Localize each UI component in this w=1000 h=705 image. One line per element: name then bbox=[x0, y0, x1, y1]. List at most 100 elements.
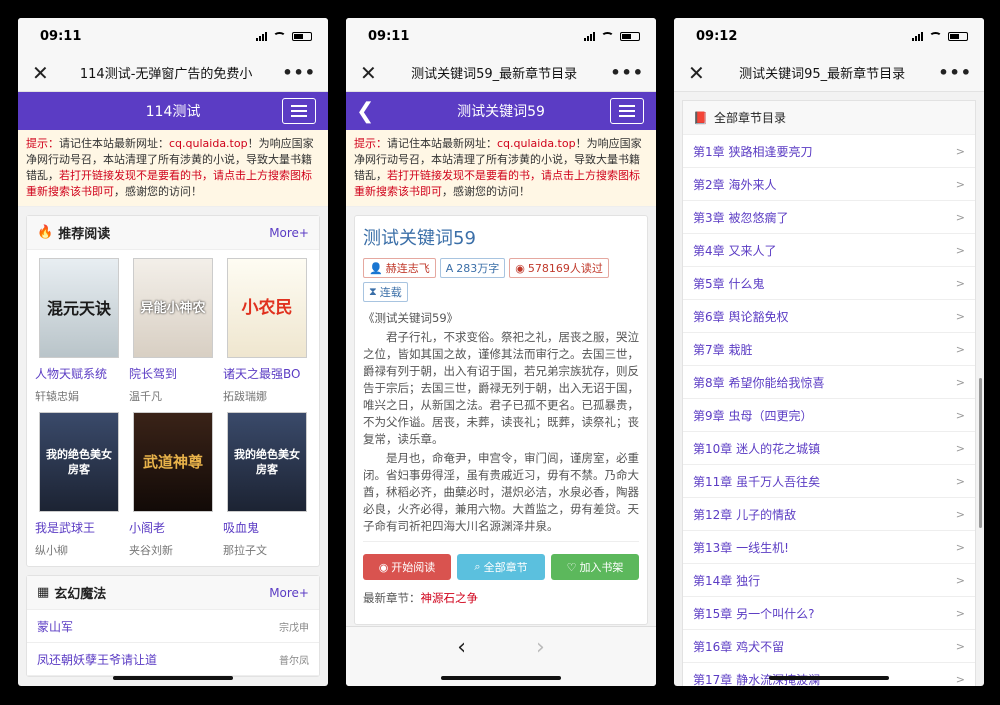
close-icon[interactable]: ✕ bbox=[32, 61, 50, 85]
book-card[interactable]: 我的绝色美女房客 吸血鬼 那拉子文 bbox=[223, 412, 311, 566]
site-title: 测试关键词59 bbox=[457, 104, 545, 120]
chapter-item[interactable]: 第6章 舆论豁免权 > bbox=[683, 300, 975, 333]
chapter-item[interactable]: 第13章 一线生机! > bbox=[683, 531, 975, 564]
search-icon: ⌕ bbox=[474, 560, 481, 573]
book-card[interactable]: 异能小神农院长驾到温千凡 bbox=[129, 258, 217, 412]
phone-chapter-list: 09:12 ✕ 测试关键词95_最新章节目录 ••• 📕 全部章节目录 第1章 狭… bbox=[674, 18, 984, 686]
list-item[interactable]: 凤还朝妖孽王爷请让道 普尔凤 bbox=[27, 643, 319, 676]
book-title[interactable]: 我是武球王 bbox=[35, 519, 123, 536]
book-cover[interactable]: 我的绝色美女房客 bbox=[227, 412, 307, 512]
more-options-icon[interactable]: ••• bbox=[938, 63, 972, 82]
battery-icon bbox=[948, 31, 968, 41]
fantasy-more-link[interactable]: More+ bbox=[269, 586, 309, 600]
heart-icon: ♡ bbox=[566, 560, 577, 574]
menu-icon[interactable] bbox=[282, 98, 316, 124]
latest-chapter-link[interactable]: 神源石之争 bbox=[421, 591, 479, 605]
wifi-icon bbox=[273, 31, 286, 41]
chapter-item[interactable]: 第8章 希望你能给我惊喜 > bbox=[683, 366, 975, 399]
chevron-right-icon: > bbox=[955, 408, 965, 422]
book-title[interactable]: 吸血鬼 bbox=[223, 519, 311, 536]
chevron-right-icon: > bbox=[955, 540, 965, 554]
chapter-item[interactable]: 第12章 儿子的情敌 > bbox=[683, 498, 975, 531]
phone-home: 09:11 ✕ 114测试-无弹窗广告的免费小 ••• 114测试 提示：请记住… bbox=[18, 18, 328, 686]
chapter-item[interactable]: 第1章 狭路相逢要亮刀 > bbox=[683, 135, 975, 168]
book-cover[interactable]: 武道神尊 bbox=[133, 412, 213, 512]
start-reading-button[interactable]: ◉ 开始阅读 bbox=[363, 554, 451, 580]
add-bookshelf-button[interactable]: ♡ 加入书架 bbox=[551, 554, 639, 580]
grid-icon: ▦ bbox=[37, 585, 50, 600]
status-time: 09:11 bbox=[368, 28, 410, 44]
book-cover[interactable]: 小农民 bbox=[227, 258, 307, 358]
book-intro: 《测试关键词59》 君子行礼，不求变俗。祭祀之礼，居丧之服，哭泣之位，皆如其国之… bbox=[363, 311, 639, 533]
browser-titlebar: ✕ 114测试-无弹窗广告的免费小 ••• bbox=[18, 54, 328, 92]
menu-icon[interactable] bbox=[610, 98, 644, 124]
chapter-list-heading: 全部章节目录 bbox=[713, 111, 786, 125]
book-author: 纵小柳 bbox=[35, 544, 68, 557]
recommend-more-link[interactable]: More+ bbox=[269, 226, 309, 240]
book-detail-panel: 测试关键词59 👤 赫连志飞 A 283万字 ◉ 578169人读过 ⧗ 连载 《测试关… bbox=[354, 215, 648, 625]
home-indicator bbox=[113, 676, 233, 680]
latest-chapter: 最新章节：神源石之争 bbox=[363, 591, 479, 605]
book-title[interactable]: 人物天赋系统 bbox=[35, 365, 123, 382]
chevron-right-icon: > bbox=[955, 309, 965, 323]
book-card[interactable]: 混元天诀 人物天赋系统 轩辕忠娟 bbox=[35, 258, 123, 412]
book-title[interactable]: 诸天之最强BO bbox=[223, 365, 311, 382]
all-chapters-button[interactable]: ⌕ 全部章节 bbox=[457, 554, 545, 580]
chevron-right-icon: > bbox=[955, 375, 965, 389]
browser-titlebar: ✕ 测试关键词59_最新章节目录 ••• bbox=[346, 54, 656, 92]
chapter-item[interactable]: 第11章 虽千万人吾往矣 > bbox=[683, 465, 975, 498]
book-card[interactable]: 我的绝色美女房客我是武球王纵小柳 bbox=[35, 412, 123, 566]
chapter-item[interactable]: 第5章 什么鬼 > bbox=[683, 267, 975, 300]
chapter-item[interactable]: 第16章 鸡犬不留 > bbox=[683, 630, 975, 663]
chapter-item[interactable]: 第10章 迷人的花之城镇 > bbox=[683, 432, 975, 465]
status-bar: 09:12 bbox=[674, 18, 984, 54]
chapter-item[interactable]: 第9章 虫母（四更完） > bbox=[683, 399, 975, 432]
book-cover[interactable]: 我的绝色美女房客 bbox=[39, 412, 119, 512]
book-title[interactable]: 院长驾到 bbox=[129, 365, 217, 382]
words-badge: A 283万字 bbox=[439, 258, 506, 278]
chevron-right-icon: > bbox=[955, 144, 965, 158]
page-title: 114测试-无弹窗广告的免费小 bbox=[79, 67, 253, 82]
status-time: 09:12 bbox=[696, 28, 738, 44]
chevron-right-icon: > bbox=[955, 177, 965, 191]
phone-book-detail: 09:11 ✕ 测试关键词59_最新章节目录 ••• ❮ 测试关键词59 提示：… bbox=[346, 18, 656, 686]
wifi-icon bbox=[929, 31, 942, 41]
status-time: 09:11 bbox=[40, 28, 82, 44]
back-icon[interactable]: ❮ bbox=[356, 99, 374, 124]
close-icon[interactable]: ✕ bbox=[688, 61, 706, 85]
eye-icon: ◉ bbox=[515, 261, 525, 275]
author-badge[interactable]: 👤 赫连志飞 bbox=[363, 258, 436, 278]
page-title: 测试关键词95_最新章节目录 bbox=[739, 67, 906, 82]
chevron-right-icon: > bbox=[955, 573, 965, 587]
more-options-icon[interactable]: ••• bbox=[610, 63, 644, 82]
site-title[interactable]: 114测试 bbox=[146, 101, 201, 121]
chapter-list-panel: 📕 全部章节目录 第1章 狭路相逢要亮刀 > 第2章 海外来人 > 第3章 被忽悠瘸了… bbox=[682, 100, 976, 686]
wifi-icon bbox=[601, 31, 614, 41]
site-url-link[interactable]: cq.qulaida.top bbox=[169, 137, 248, 150]
book-card[interactable]: 小农民 诸天之最强BO 拓跋瑞娜 bbox=[223, 258, 311, 412]
user-icon: 👤 bbox=[369, 261, 383, 275]
chapter-item[interactable]: 第7章 栽脏 > bbox=[683, 333, 975, 366]
chapter-item[interactable]: 第4章 又来人了 > bbox=[683, 234, 975, 267]
reads-badge: ◉ 578169人读过 bbox=[509, 258, 609, 278]
book-author: 夹谷刘新 bbox=[129, 544, 173, 557]
chevron-right-icon: > bbox=[955, 507, 965, 521]
notice-banner: 提示：请记住本站最新网址：cq.qulaida.top！为响应国家净网行动号召，… bbox=[346, 130, 656, 207]
book-title[interactable]: 小阁老 bbox=[129, 519, 217, 536]
chapter-item[interactable]: 第3章 被忽悠瘸了 > bbox=[683, 201, 975, 234]
more-options-icon[interactable]: ••• bbox=[282, 63, 316, 82]
scrollbar[interactable] bbox=[979, 378, 982, 528]
chapter-item[interactable]: 第15章 另一个叫什么? > bbox=[683, 597, 975, 630]
book-cover[interactable]: 混元天诀 bbox=[39, 258, 119, 358]
site-url-link[interactable]: cq.qulaida.top bbox=[497, 137, 576, 150]
close-icon[interactable]: ✕ bbox=[360, 61, 378, 85]
book-card[interactable]: 武道神尊小阁老夹谷刘新 bbox=[129, 412, 217, 566]
home-indicator bbox=[769, 676, 889, 680]
chapter-item[interactable]: 第14章 独行 > bbox=[683, 564, 975, 597]
chapter-item[interactable]: 第2章 海外来人 > bbox=[683, 168, 975, 201]
book-author: 温千凡 bbox=[129, 390, 162, 403]
chapter-item[interactable]: 第17章 静水流深掩波澜 > bbox=[683, 663, 975, 687]
book-cover[interactable]: 异能小神农 bbox=[133, 258, 213, 358]
book-grid: 混元天诀 人物天赋系统 轩辕忠娟 异能小神农 院长驾到 温千凡 小农民 诸天之最强BO 拓跋… bbox=[27, 250, 319, 566]
list-item[interactable]: 蒙山军 宗戊申 bbox=[27, 610, 319, 643]
